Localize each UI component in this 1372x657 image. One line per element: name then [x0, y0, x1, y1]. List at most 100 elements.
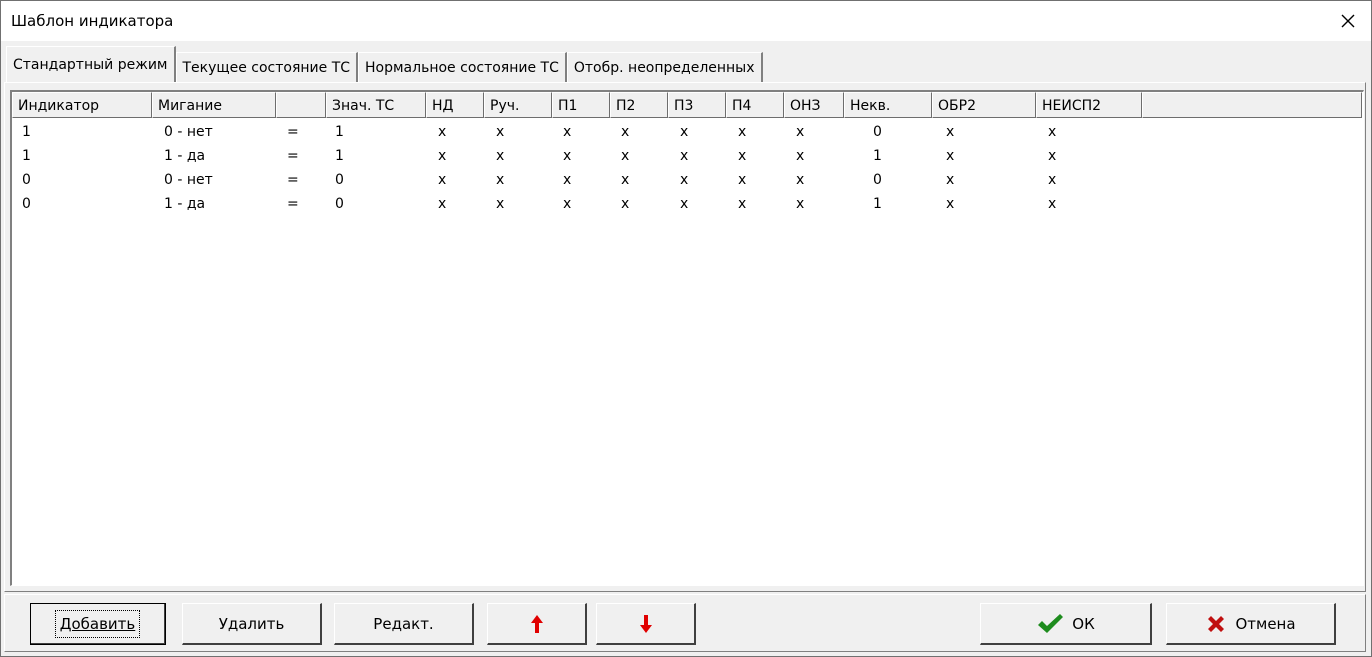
table-row[interactable]: 1 0 - нет = 1 x x x x x x x 0 x x — [12, 120, 1362, 144]
table-cell: x — [496, 172, 505, 188]
table-cell: 0 — [873, 124, 882, 140]
window-title: Шаблон индикатора — [11, 12, 174, 30]
table-cell: = — [287, 196, 299, 212]
table-cell: x — [680, 196, 689, 212]
table-cell: x — [496, 148, 505, 164]
table-cell: 1 — [873, 196, 882, 212]
table-cell: x — [680, 124, 689, 140]
ok-button-label: ОК — [1072, 614, 1095, 633]
column-header[interactable]: П1 — [552, 92, 610, 118]
check-icon — [1038, 613, 1064, 633]
move-down-button[interactable] — [596, 603, 696, 645]
close-button[interactable] — [1325, 1, 1371, 41]
column-header[interactable]: Руч. — [484, 92, 552, 118]
column-header[interactable]: П3 — [668, 92, 726, 118]
table-cell: = — [287, 124, 299, 140]
tab-label: Текущее состояние ТС — [182, 59, 351, 76]
table-cell: x — [796, 124, 805, 140]
table-cell: 1 — [22, 124, 31, 140]
table-cell: 0 — [335, 172, 344, 188]
title-bar[interactable]: Шаблон индикатора — [1, 1, 1371, 41]
table-cell: x — [621, 124, 630, 140]
table-cell: x — [796, 172, 805, 188]
column-header[interactable]: ОБР2 — [932, 92, 1036, 118]
tab-standard-mode[interactable]: Стандартный режим — [6, 46, 176, 82]
arrow-up-icon — [530, 614, 543, 633]
table-cell: x — [680, 148, 689, 164]
table-row[interactable]: 1 1 - да = 1 x x x x x x x 1 x x — [12, 144, 1362, 168]
table-cell: x — [496, 196, 505, 212]
table-cell: 1 - да — [164, 148, 206, 164]
add-button[interactable]: Добавить — [30, 603, 166, 645]
table-cell: = — [287, 148, 299, 164]
table-cell: 0 — [22, 196, 31, 212]
cancel-button-label: Отмена — [1235, 614, 1296, 633]
column-header[interactable]: Знач. ТС — [326, 92, 426, 118]
ok-button[interactable]: ОК — [980, 603, 1152, 645]
table-cell: x — [438, 172, 447, 188]
column-header[interactable]: Индикатор — [12, 92, 152, 118]
table-row[interactable]: 0 0 - нет = 0 x x x x x x x 0 x x — [12, 168, 1362, 192]
table-cell: x — [738, 148, 747, 164]
table-row[interactable]: 0 1 - да = 0 x x x x x x x 1 x x — [12, 192, 1362, 216]
tab-label: Отобр. неопределенных — [573, 59, 755, 76]
column-header[interactable]: П4 — [726, 92, 784, 118]
column-header[interactable]: Некв. — [844, 92, 932, 118]
indicator-list[interactable]: Индикатор Мигание Знач. ТС НД Руч. П1 П2 П3 П4 ОН… — [10, 90, 1364, 586]
table-cell: 0 — [335, 196, 344, 212]
tab-strip: Стандартный режим Текущее состояние ТС Н… — [6, 46, 763, 82]
table-cell: x — [438, 196, 447, 212]
column-header[interactable] — [1142, 92, 1362, 118]
table-cell: x — [563, 196, 572, 212]
tab-label: Стандартный режим — [13, 56, 168, 73]
table-cell: x — [1048, 148, 1057, 164]
table-cell: 1 — [873, 148, 882, 164]
table-cell: 0 — [873, 172, 882, 188]
table-cell: x — [946, 124, 955, 140]
table-cell: x — [738, 196, 747, 212]
tab-label: Нормальное состояние ТС — [365, 59, 559, 76]
table-cell: x — [738, 124, 747, 140]
edit-button[interactable]: Редакт. — [334, 603, 474, 645]
column-header[interactable]: Мигание — [152, 92, 276, 118]
cancel-button[interactable]: Отмена — [1166, 603, 1336, 645]
table-cell: 1 — [22, 148, 31, 164]
table-cell: x — [1048, 124, 1057, 140]
tab-current-state[interactable]: Текущее состояние ТС — [175, 52, 359, 82]
table-cell: x — [563, 172, 572, 188]
table-cell: x — [1048, 196, 1057, 212]
table-cell: x — [796, 148, 805, 164]
add-button-label: Добавить — [54, 609, 141, 638]
table-cell: x — [738, 172, 747, 188]
table-cell: x — [563, 124, 572, 140]
edit-button-label: Редакт. — [373, 614, 434, 633]
table-cell: 1 — [335, 124, 344, 140]
close-icon — [1341, 14, 1355, 28]
table-cell: x — [438, 148, 447, 164]
list-header: Индикатор Мигание Знач. ТС НД Руч. П1 П2 П3 П4 ОН… — [12, 92, 1362, 120]
table-cell: x — [438, 124, 447, 140]
table-cell: x — [680, 172, 689, 188]
column-header[interactable]: НЕИСП2 — [1036, 92, 1142, 118]
table-cell: 0 - нет — [164, 172, 213, 188]
tab-normal-state[interactable]: Нормальное состояние ТС — [358, 52, 567, 82]
move-up-button[interactable] — [487, 603, 587, 645]
table-cell: x — [1048, 172, 1057, 188]
table-cell: x — [796, 196, 805, 212]
table-cell: 0 - нет — [164, 124, 213, 140]
column-header[interactable]: ОНЗ — [784, 92, 844, 118]
table-cell: x — [946, 196, 955, 212]
cancel-x-icon — [1208, 615, 1225, 632]
table-cell: 0 — [22, 172, 31, 188]
table-cell: x — [946, 148, 955, 164]
delete-button[interactable]: Удалить — [182, 603, 322, 645]
table-cell: = — [287, 172, 299, 188]
tab-undefined-display[interactable]: Отобр. неопределенных — [566, 52, 763, 82]
table-cell: x — [621, 148, 630, 164]
delete-button-label: Удалить — [218, 614, 285, 633]
table-cell: x — [621, 196, 630, 212]
column-header[interactable]: П2 — [610, 92, 668, 118]
column-header[interactable]: НД — [426, 92, 484, 118]
table-cell: x — [621, 172, 630, 188]
column-header[interactable] — [276, 92, 326, 118]
